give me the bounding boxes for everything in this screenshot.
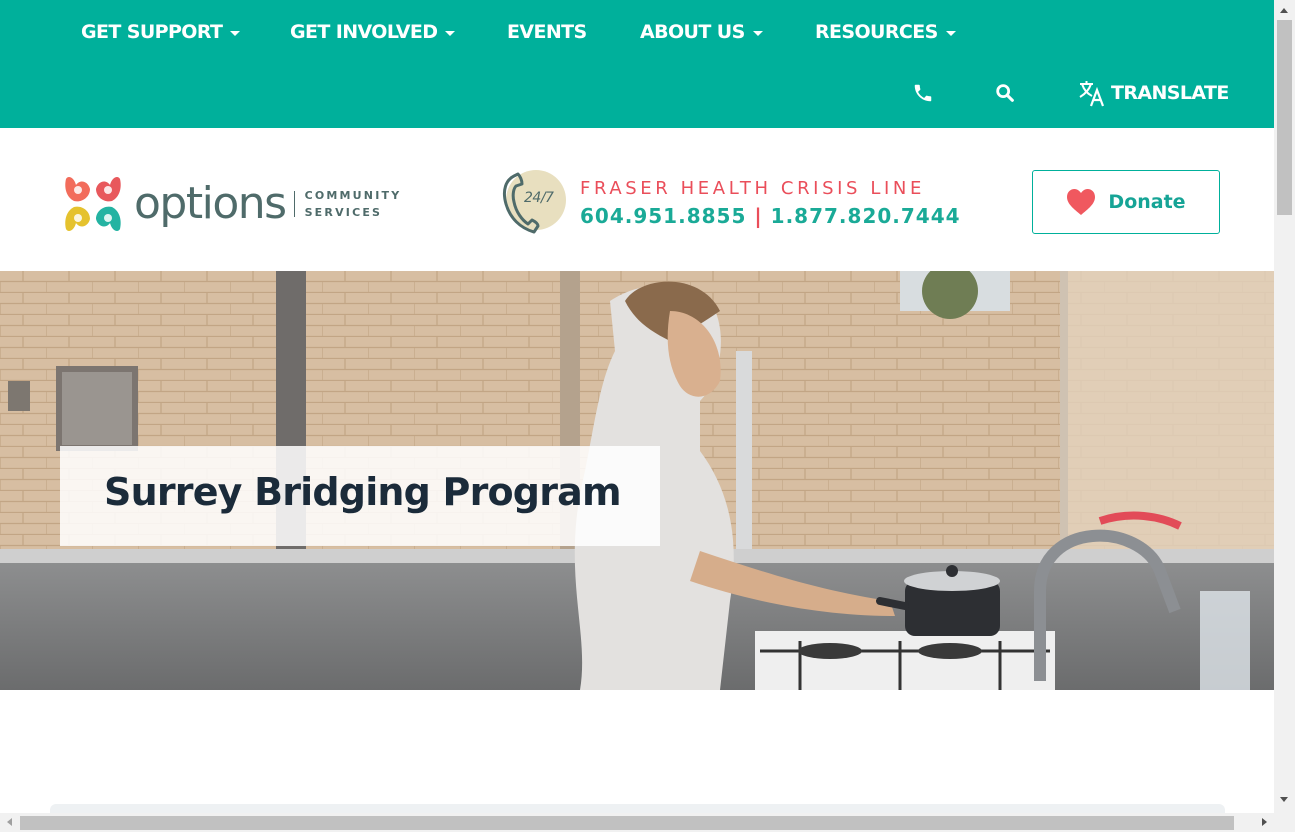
nav-resources[interactable]: RESOURCES bbox=[815, 18, 956, 46]
page-title: Surrey Bridging Program bbox=[104, 470, 622, 514]
scroll-up-arrow-icon[interactable] bbox=[1280, 8, 1288, 13]
logo-mark-icon bbox=[65, 177, 121, 231]
phone-icon bbox=[914, 84, 932, 102]
nav-get-involved[interactable]: GET INVOLVED bbox=[290, 18, 456, 46]
nav-events-label: EVENTS bbox=[507, 21, 587, 43]
scroll-right-arrow-icon[interactable] bbox=[1262, 818, 1267, 826]
translate-button[interactable]: TRANSLATE bbox=[1077, 78, 1229, 108]
site-header: options COMMUNITY SERVICES 24/7 FRASER H… bbox=[0, 128, 1274, 271]
search-icon bbox=[996, 84, 1014, 102]
translate-icon bbox=[1079, 81, 1105, 107]
search-button[interactable] bbox=[994, 78, 1016, 108]
translate-label: TRANSLATE bbox=[1111, 82, 1229, 104]
crisis-badge-text: 24/7 bbox=[524, 190, 554, 206]
nav-about-us[interactable]: ABOUT US bbox=[640, 18, 763, 46]
crisis-title: FRASER HEALTH CRISIS LINE bbox=[580, 178, 925, 199]
logo-wordmark: options bbox=[134, 178, 287, 229]
phone-button[interactable] bbox=[912, 78, 934, 108]
logo-subtitle-line1: COMMUNITY bbox=[304, 189, 402, 202]
donate-button[interactable]: Donate bbox=[1032, 170, 1220, 234]
scroll-down-arrow-icon[interactable] bbox=[1280, 797, 1288, 802]
nav-get-support-label: GET SUPPORT bbox=[81, 21, 223, 43]
crisis-phone-tollfree[interactable]: 1.877.820.7444 bbox=[771, 204, 961, 228]
crisis-separator: | bbox=[754, 204, 763, 228]
logo-divider bbox=[293, 191, 295, 217]
caret-down-icon bbox=[945, 30, 956, 36]
nav-get-support[interactable]: GET SUPPORT bbox=[81, 18, 241, 46]
scroll-left-arrow-icon[interactable] bbox=[7, 818, 12, 826]
top-navigation-bar: GET SUPPORT GET INVOLVED EVENTS ABOUT US… bbox=[0, 0, 1274, 128]
caret-down-icon bbox=[445, 30, 456, 36]
horizontal-scroll-thumb[interactable] bbox=[20, 816, 1234, 830]
logo-subtitle: COMMUNITY SERVICES bbox=[305, 187, 402, 221]
nav-about-us-label: ABOUT US bbox=[640, 21, 745, 43]
nav-events[interactable]: EVENTS bbox=[507, 18, 587, 46]
crisis-numbers: 604.951.8855 | 1.877.820.7444 bbox=[580, 206, 961, 226]
hero-title-box: Surrey Bridging Program bbox=[60, 446, 660, 546]
crisis-phone-badge: 24/7 bbox=[502, 170, 568, 236]
caret-down-icon bbox=[752, 30, 763, 36]
hero-banner: Surrey Bridging Program bbox=[0, 271, 1274, 690]
crisis-line: 24/7 FRASER HEALTH CRISIS LINE 604.951.8… bbox=[502, 170, 961, 236]
vertical-scroll-thumb[interactable] bbox=[1277, 20, 1292, 215]
heart-icon bbox=[1067, 189, 1096, 215]
crisis-text: FRASER HEALTH CRISIS LINE 604.951.8855 | 1… bbox=[580, 178, 961, 227]
nav-resources-label: RESOURCES bbox=[815, 21, 938, 43]
donate-label: Donate bbox=[1108, 191, 1186, 213]
nav-get-involved-label: GET INVOLVED bbox=[290, 21, 438, 43]
options-logo[interactable]: options COMMUNITY SERVICES bbox=[62, 173, 422, 235]
caret-down-icon bbox=[230, 30, 241, 36]
logo-subtitle-line2: SERVICES bbox=[304, 206, 383, 219]
crisis-phone-local[interactable]: 604.951.8855 bbox=[580, 204, 746, 228]
